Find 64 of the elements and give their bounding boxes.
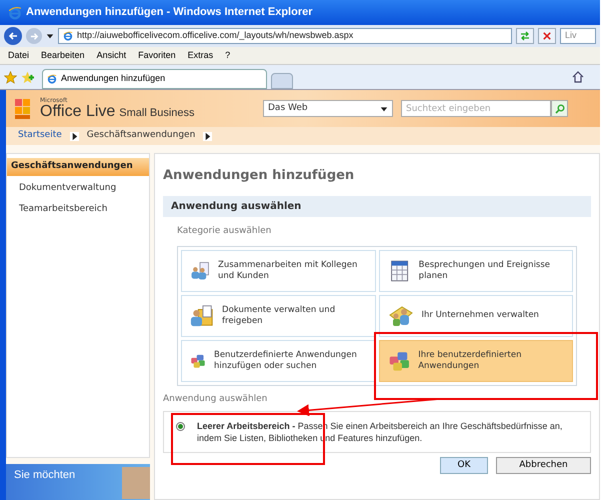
home-icon[interactable]: [572, 71, 584, 83]
browser-tab[interactable]: Anwendungen hinzufügen: [42, 69, 267, 89]
sidebar-item[interactable]: Teamarbeitsbereich: [7, 201, 149, 218]
category-label: Zusammenarbeiten mit Kollegen und Kunden: [218, 260, 358, 282]
right-arrow-icon: [30, 32, 38, 40]
ad-text: Sie möchten: [14, 468, 76, 483]
site-search-field[interactable]: Suchtext eingeben: [401, 100, 551, 117]
stop-button[interactable]: [538, 28, 556, 44]
search-icon: [554, 104, 564, 114]
menu-item[interactable]: Favoriten: [138, 48, 176, 62]
page-title: Anwendungen hinzufügen: [163, 167, 356, 185]
category-tile[interactable]: Zusammenarbeiten mit Kollegen und Kunden: [181, 250, 376, 292]
left-arrow-icon: [8, 31, 18, 41]
browser-logo-icon: [47, 74, 57, 84]
category-label: Ihre benutzerdefinierten Anwendungen: [418, 350, 523, 372]
add-favorite-icon[interactable]: [21, 70, 34, 84]
category-tile[interactable]: Ihre benutzerdefinierten Anwendungen: [378, 340, 573, 382]
office-logo-icon: [14, 98, 32, 120]
sidebar-item[interactable]: Dokumentverwaltung: [7, 180, 149, 197]
tab-label: Anwendungen hinzufügen: [61, 72, 166, 86]
menu-item[interactable]: Bearbeiten: [41, 48, 85, 62]
back-button[interactable]: [4, 27, 22, 45]
breadcrumb-link[interactable]: Startseite: [18, 129, 62, 143]
section-label: Kategorie auswählen: [177, 224, 272, 238]
browser-logo-icon: [8, 6, 22, 20]
browser-logo-icon: [63, 31, 73, 41]
dropdown-icon[interactable]: [46, 32, 54, 40]
category-label: Besprechungen und Ereignisse planen: [418, 260, 552, 282]
category-label: Ihr Unternehmen verwalten: [422, 310, 539, 322]
search-field[interactable]: Liv: [560, 28, 596, 44]
search-button[interactable]: [551, 100, 568, 117]
menu-item[interactable]: Datei: [8, 48, 30, 62]
category-label: Dokumente verwalten und freigeben: [222, 304, 336, 328]
breadcrumb-link[interactable]: Geschäftsanwendungen: [86, 129, 196, 143]
dialog-button[interactable]: OK: [440, 456, 488, 474]
folder-person-icon: [190, 303, 214, 329]
category-tile[interactable]: Benutzerdefinierte Anwendungen hinzufügen oder suchen: [181, 340, 376, 382]
window-title: Anwendungen hinzufügen - Windows Internet Explorer: [26, 5, 313, 20]
dialog-button[interactable]: Abbrechen: [496, 456, 591, 474]
photo-placeholder: [122, 467, 150, 499]
menu-item[interactable]: ?: [225, 48, 230, 62]
chevron-icon[interactable]: [203, 132, 212, 140]
brand-suffix: Small Business: [119, 108, 194, 118]
url-text: http://aiuwebofficelivecom.officelive.com/_layouts/wh/newsbweb.aspx: [77, 29, 354, 42]
category-label: Benutzerdefinierte Anwendungen hinzufügen oder suchen: [214, 350, 358, 372]
chevron-icon[interactable]: [70, 132, 79, 140]
refresh-button[interactable]: [516, 28, 534, 44]
refresh-icon: [520, 31, 530, 41]
menu-item[interactable]: Extras: [188, 48, 214, 62]
category-tile[interactable]: Ihr Unternehmen verwalten: [378, 295, 573, 337]
category-tile[interactable]: Dokumente verwalten und freigeben: [181, 295, 376, 337]
close-icon: [543, 32, 551, 40]
caret-icon[interactable]: [380, 104, 388, 112]
menu-item[interactable]: Ansicht: [96, 48, 126, 62]
scope-dropdown[interactable]: Das Web: [263, 100, 393, 117]
category-tile[interactable]: Besprechungen und Ereignisse planen: [378, 250, 573, 292]
star-icon[interactable]: [4, 70, 17, 84]
brand-name: Office Live: [40, 104, 116, 120]
address-field[interactable]: http://aiuwebofficelivecom.officelive.com/_layouts/wh/newsbweb.aspx: [58, 28, 512, 44]
sidebar-item[interactable]: Geschäftsanwendungen: [7, 158, 149, 176]
panel-header: Anwendung auswählen: [163, 196, 591, 216]
section-label: Anwendung auswählen: [163, 393, 268, 406]
radio-button[interactable]: [176, 422, 185, 430]
scope-value: Das Web: [268, 102, 308, 115]
